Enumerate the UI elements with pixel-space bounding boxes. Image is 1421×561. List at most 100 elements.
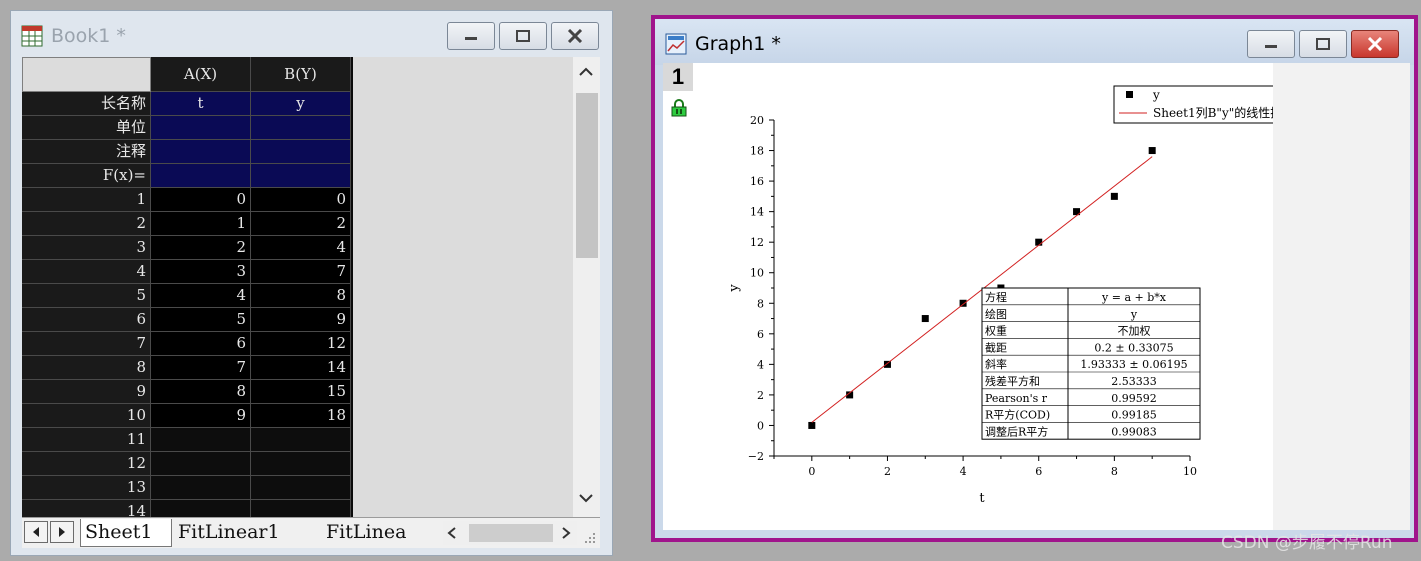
table-cell[interactable] [251,428,351,452]
table-cell[interactable]: 0 [251,188,351,212]
table-cell[interactable]: 6 [151,332,251,356]
table-cell[interactable]: 7 [251,260,351,284]
table-cell[interactable]: 12 [251,332,351,356]
table-cell[interactable] [151,500,251,517]
row-header[interactable]: 4 [22,260,151,284]
fit-results-table[interactable]: 方程 y = a + b*x 绘图 y 权重 不加权截距 0.2 ± 0.33075 斜率 1.… [981,287,1201,440]
scroll-down-icon[interactable] [579,493,593,503]
legend[interactable]: y Sheet1列B"y"的线性拟合 [1113,85,1273,124]
select-all-corner[interactable] [22,57,151,92]
row-header[interactable]: 6 [22,308,151,332]
row-header[interactable]: 10 [22,404,151,428]
worksheet-grid[interactable]: A(X) B(Y) 长名称 t y 单位 注释 F(x)= 1 0 0 2 1 2 3 2 4 4 3 7 5 4 8 6… [22,57,353,517]
vertical-scrollbar[interactable] [573,57,600,517]
resize-grip-icon[interactable] [584,532,596,544]
meta-cell[interactable]: y [251,92,351,116]
x-axis-label: t [979,491,985,506]
row-header[interactable]: 5 [22,284,151,308]
table-cell[interactable] [151,428,251,452]
graph1-window[interactable]: Graph1 * 1 −2 0 2 4 6 8 10 12 14 16 18 20 0 2 4 6 8 10 t y … [651,15,1418,542]
close-icon [567,29,583,43]
table-cell[interactable]: 1 [151,212,251,236]
vertical-scroll-thumb[interactable] [576,93,598,258]
table-cell[interactable]: 15 [251,380,351,404]
scroll-left-icon[interactable] [447,527,457,539]
row-header[interactable]: 11 [22,428,151,452]
meta-cell[interactable] [251,116,351,140]
table-cell[interactable]: 8 [251,284,351,308]
table-cell[interactable] [151,452,251,476]
tab-sheet1[interactable]: Sheet1 [80,519,172,547]
table-cell[interactable]: 2 [151,236,251,260]
table-cell[interactable]: 8 [151,380,251,404]
row-header[interactable]: 3 [22,236,151,260]
row-header[interactable]: 13 [22,476,151,500]
table-cell[interactable]: 14 [251,356,351,380]
meta-cell[interactable]: t [151,92,251,116]
row-header[interactable]: 14 [22,500,151,517]
y-tick-label: 2 [757,389,764,402]
table-cell[interactable]: 0 [151,188,251,212]
meta-cell[interactable] [151,140,251,164]
y-tick-label: 12 [750,236,764,249]
table-cell[interactable]: 9 [151,404,251,428]
row-header[interactable]: 8 [22,356,151,380]
tab-prev-button[interactable] [24,521,48,543]
y-tick-label: 18 [750,145,764,158]
table-cell[interactable]: 3 [151,260,251,284]
horizontal-scroll-thumb[interactable] [469,524,553,542]
y-tick-label: 8 [757,297,764,310]
minimize-button[interactable] [447,22,495,50]
tab-fitlinear1[interactable]: FitLinear1 [174,519,312,546]
table-cell[interactable]: 9 [251,308,351,332]
meta-cell[interactable] [151,116,251,140]
graph-maximize-button[interactable] [1299,30,1347,58]
book1-window[interactable]: Book1 * A(X) B(Y) 长名称 t y 单位 注释 F(x)= 1 0 0 2 1 2 3 2… [10,10,613,556]
worksheet-area: A(X) B(Y) 长名称 t y 单位 注释 F(x)= 1 0 0 2 1 2 3 2 4 4 3 7 5 4 8 6… [22,57,600,517]
table-cell[interactable]: 4 [151,284,251,308]
data-point [921,315,929,323]
row-header[interactable]: 2 [22,212,151,236]
maximize-button[interactable] [499,22,547,50]
table-cell[interactable]: 5 [151,308,251,332]
scroll-right-icon[interactable] [561,527,571,539]
column-header-b[interactable]: B(Y) [251,57,351,92]
book1-titlebar[interactable]: Book1 * [11,11,612,57]
row-header[interactable]: 1 [22,188,151,212]
table-cell[interactable]: 18 [251,404,351,428]
meta-cell[interactable] [251,140,351,164]
meta-cell[interactable] [151,164,251,188]
tab-fitlinea[interactable]: FitLinea [322,519,438,546]
row-header[interactable]: 12 [22,452,151,476]
graph-close-button[interactable] [1351,30,1399,58]
horizontal-scrollbar[interactable] [443,521,577,545]
close-icon [1367,37,1383,51]
row-header[interactable]: 9 [22,380,151,404]
meta-cell[interactable] [251,164,351,188]
table-cell[interactable] [251,476,351,500]
graph1-titlebar[interactable]: Graph1 * [655,19,1414,65]
workbook-icon [21,25,43,47]
table-cell[interactable]: 2 [251,212,351,236]
plot-area[interactable]: −2 0 2 4 6 8 10 12 14 16 18 20 0 2 4 6 8 10 t y y Sheet1列B"… [663,63,1273,530]
table-cell[interactable] [251,500,351,517]
table-cell[interactable]: 7 [151,356,251,380]
fit-table-value: 0.99592 [1111,392,1157,405]
column-header-a[interactable]: A(X) [151,57,251,92]
tab-next-button[interactable] [50,521,74,543]
graph-page[interactable]: 1 −2 0 2 4 6 8 10 12 14 16 18 20 0 2 4 6 8 10 t y y Sheet1列… [663,63,1410,530]
scroll-up-icon[interactable] [579,67,593,77]
y-tick-label: 14 [750,206,764,219]
fit-table-key: 绘图 [985,307,1007,321]
meta-row-label: 长名称 [22,92,151,116]
y-tick-label: 16 [750,175,764,188]
table-cell[interactable]: 4 [251,236,351,260]
row-header[interactable]: 7 [22,332,151,356]
data-point [1110,192,1118,200]
table-cell[interactable] [151,476,251,500]
close-button[interactable] [551,22,599,50]
graph-minimize-button[interactable] [1247,30,1295,58]
fit-table-key: Pearson's r [985,392,1048,405]
table-cell[interactable] [251,452,351,476]
maximize-icon [1316,38,1330,50]
